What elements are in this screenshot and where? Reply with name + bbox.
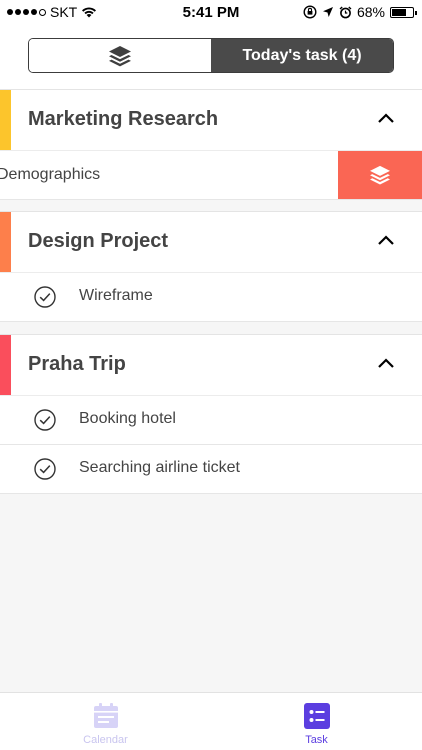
check-circle-icon[interactable] (34, 458, 56, 480)
check-circle-icon[interactable] (34, 409, 56, 431)
battery-level (392, 8, 406, 16)
task-row[interactable]: Searching airline ticket (0, 445, 422, 494)
battery-percent: 68% (356, 4, 385, 20)
group-accent-bar (0, 335, 11, 395)
status-bar: SKT 5:41 PM 68% (0, 0, 422, 24)
layers-icon (109, 45, 131, 66)
header: Today's task (4) (0, 24, 422, 89)
alarm-icon (339, 5, 352, 18)
calendar-icon (93, 703, 118, 728)
tab-label: Task (305, 734, 328, 746)
task-row[interactable]: Booking hotel (0, 396, 422, 445)
segment-projects[interactable] (29, 39, 211, 72)
tab-task[interactable]: Task (211, 693, 422, 750)
orientation-lock-icon (303, 5, 317, 19)
tab-calendar[interactable]: Calendar (0, 693, 211, 750)
group-title: Design Project (28, 230, 169, 252)
chevron-up-icon[interactable] (376, 353, 396, 373)
group-title: Praha Trip (28, 353, 126, 375)
task-list-icon (303, 703, 330, 729)
chevron-up-icon[interactable] (376, 230, 396, 250)
status-right: 68% (303, 4, 417, 20)
group-accent-bar (0, 90, 11, 150)
battery-icon (390, 6, 417, 18)
move-task-button[interactable] (338, 151, 422, 199)
segment-todays-task[interactable]: Today's task (4) (211, 39, 393, 72)
tab-label: Calendar (83, 734, 128, 746)
layers-icon (370, 165, 390, 185)
view-switcher: Today's task (4) (28, 38, 394, 73)
group-header-praha-trip[interactable]: Praha Trip (0, 334, 422, 396)
task-row[interactable]: Wireframe (0, 273, 422, 322)
app-screen: SKT 5:41 PM 68% Today's task (4) Marketi… (0, 0, 422, 750)
task-label: Booking hotel (79, 410, 176, 427)
chevron-up-icon[interactable] (376, 108, 396, 128)
task-label: Searching airline ticket (79, 459, 240, 476)
group-accent-bar (0, 212, 11, 272)
task-label: Wireframe (79, 287, 153, 304)
check-circle-icon[interactable] (34, 286, 56, 308)
location-icon (322, 7, 333, 17)
task-row-swiped[interactable]: Demographics (0, 151, 422, 200)
group-title: Marketing Research (28, 108, 219, 130)
task-label: Demographics (0, 166, 101, 183)
tab-bar: Calendar Task (0, 692, 422, 750)
group-header-design-project[interactable]: Design Project (0, 211, 422, 273)
group-header-marketing-research[interactable]: Marketing Research (0, 89, 422, 151)
